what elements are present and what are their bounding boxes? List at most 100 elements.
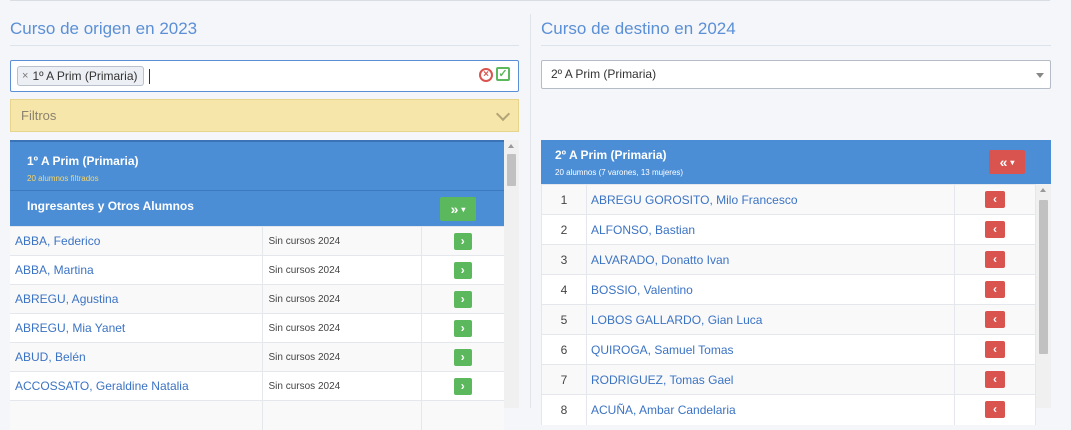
table-row: ABUD, Belén Sin cursos 2024 › (10, 342, 504, 372)
student-name-link[interactable]: QUIROGA, Samuel Tomas (586, 334, 955, 365)
student-status: Sin cursos 2024 (261, 313, 421, 343)
scroll-up-arrow-icon[interactable] (508, 144, 514, 148)
student-name-link[interactable]: ACCOSSATO, Geraldine Natalia (10, 371, 262, 401)
student-status: Sin cursos 2024 (261, 342, 421, 372)
row-index: 8 (541, 394, 587, 425)
table-row: 6 QUIROGA, Samuel Tomas ‹ (541, 334, 1036, 365)
column-divider (530, 14, 531, 408)
student-name-link[interactable]: ABREGU GOROSITO, Milo Francesco (586, 184, 955, 215)
check-icon[interactable]: ✓ (496, 67, 510, 81)
student-status: Sin cursos 2024 (261, 371, 421, 401)
move-right-button[interactable]: › (453, 319, 472, 337)
move-left-button[interactable]: ‹ (985, 191, 1005, 208)
row-index: 3 (541, 244, 587, 275)
move-left-button[interactable]: ‹ (985, 251, 1005, 268)
table-row: 7 RODRIGUEZ, Tomas Gael ‹ (541, 364, 1036, 395)
row-index: 4 (541, 274, 587, 305)
table-row: ABBA, Martina Sin cursos 2024 › (10, 255, 504, 285)
group-label: Ingresantes y Otros Alumnos (27, 199, 194, 213)
origin-course-name: 1º A Prim (Primaria) (27, 154, 139, 168)
table-row: 4 BOSSIO, Valentino ‹ (541, 274, 1036, 305)
scroll-up-arrow-icon[interactable] (1040, 188, 1046, 192)
move-left-button[interactable]: ‹ (985, 281, 1005, 298)
move-left-button[interactable]: ‹ (985, 341, 1005, 358)
table-row: 3 ALVARADO, Donatto Ivan ‹ (541, 244, 1036, 275)
origin-student-count: 20 alumnos filtrados (27, 174, 99, 183)
student-status: Sin cursos 2024 (261, 284, 421, 314)
destination-course-name: 2º A Prim (Primaria) (555, 148, 667, 162)
student-name-link[interactable]: ABREGU, Mia Yanet (10, 313, 262, 343)
student-name-link[interactable]: RODRIGUEZ, Tomas Gael (586, 364, 955, 395)
move-right-button[interactable]: › (453, 348, 472, 366)
header-separator (10, 190, 504, 191)
student-name-link[interactable]: ALVARADO, Donatto Ivan (586, 244, 955, 275)
table-row: ACCOSSATO, Geraldine Natalia Sin cursos … (10, 371, 504, 401)
origin-panel-header: 1º A Prim (Primaria) 20 alumnos filtrado… (10, 140, 504, 226)
origin-scrollbar[interactable] (504, 140, 519, 408)
move-right-button[interactable]: › (453, 377, 472, 395)
caret-down-icon: ▾ (461, 205, 466, 215)
filters-toggle[interactable]: Filtros (10, 99, 519, 132)
student-status: Sin cursos 2024 (261, 226, 421, 256)
student-status: Sin cursos 2024 (261, 255, 421, 285)
student-name-link[interactable]: LOBOS GALLARDO, Gian Luca (586, 304, 955, 335)
student-name-link[interactable]: ACUÑA, Ambar Candelaria (586, 394, 955, 425)
chip-remove-icon[interactable]: × (22, 67, 28, 85)
origin-course-select[interactable]: × 1º A Prim (Primaria) × ✓ (10, 60, 519, 92)
student-name-link[interactable]: ABBA, Martina (10, 255, 262, 285)
move-left-button[interactable]: ‹ (985, 371, 1005, 388)
top-divider (10, 0, 1050, 1)
destination-select-value: 2º A Prim (Primaria) (551, 67, 657, 81)
table-row (10, 400, 504, 430)
chip-label: 1º A Prim (Primaria) (32, 69, 138, 83)
table-row: 2 ALFONSO, Bastian ‹ (541, 214, 1036, 245)
destination-scrollbar[interactable] (1036, 184, 1051, 408)
origin-students-table: ABBA, Federico Sin cursos 2024 › ABBA, M… (10, 226, 504, 430)
dropdown-arrow-icon (1036, 73, 1044, 78)
move-all-left-button[interactable]: «▾ (989, 150, 1025, 174)
move-all-right-button[interactable]: » ▾ (440, 197, 476, 221)
student-name-link[interactable]: BOSSIO, Valentino (586, 274, 955, 305)
move-right-button[interactable]: › (453, 290, 472, 308)
move-left-button[interactable]: ‹ (985, 221, 1005, 238)
move-right-button[interactable]: › (453, 261, 472, 279)
table-row: 8 ACUÑA, Ambar Candelaria ‹ (541, 394, 1036, 425)
row-index: 5 (541, 304, 587, 335)
student-status (261, 400, 421, 430)
row-index: 6 (541, 334, 587, 365)
table-row: ABBA, Federico Sin cursos 2024 › (10, 226, 504, 256)
move-left-button[interactable]: ‹ (985, 401, 1005, 419)
student-name-link[interactable]: ABUD, Belén (10, 342, 262, 372)
table-row: ABREGU, Mia Yanet Sin cursos 2024 › (10, 313, 504, 343)
table-row: 5 LOBOS GALLARDO, Gian Luca ‹ (541, 304, 1036, 335)
double-chevron-left-icon: « (999, 154, 1008, 170)
caret-down-icon: ▾ (1010, 158, 1015, 168)
destination-title: Curso de destino en 2024 (541, 19, 736, 38)
origin-title-rule (10, 45, 519, 46)
chevron-down-icon (495, 106, 511, 122)
destination-students-table: 1 ABREGU GOROSITO, Milo Francesco ‹ 2 AL… (541, 184, 1036, 425)
destination-course-select[interactable]: 2º A Prim (Primaria) (541, 60, 1051, 89)
origin-title: Curso de origen en 2023 (10, 19, 198, 38)
row-index: 2 (541, 214, 587, 245)
move-left-button[interactable]: ‹ (985, 311, 1005, 328)
text-caret (149, 69, 150, 84)
student-name-link[interactable]: ABREGU, Agustina (10, 284, 262, 314)
student-name-link[interactable] (10, 400, 262, 430)
table-row: 1 ABREGU GOROSITO, Milo Francesco ‹ (541, 184, 1036, 215)
filters-label: Filtros (21, 108, 57, 123)
clear-icon[interactable]: × (479, 68, 493, 82)
table-row: ABREGU, Agustina Sin cursos 2024 › (10, 284, 504, 314)
destination-student-count: 20 alumnos (7 varones, 13 mujeres) (555, 168, 684, 177)
scrollbar-thumb[interactable] (507, 154, 516, 186)
destination-title-rule (541, 45, 1051, 46)
selected-course-chip: × 1º A Prim (Primaria) (17, 66, 144, 86)
scrollbar-thumb[interactable] (1039, 200, 1048, 354)
row-index: 7 (541, 364, 587, 395)
row-index: 1 (541, 184, 587, 215)
move-right-button[interactable]: › (453, 232, 472, 250)
double-chevron-right-icon: » (450, 201, 459, 217)
student-name-link[interactable]: ABBA, Federico (10, 226, 262, 256)
destination-panel-header: 2º A Prim (Primaria) 20 alumnos (7 varon… (541, 140, 1051, 184)
student-name-link[interactable]: ALFONSO, Bastian (586, 214, 955, 245)
